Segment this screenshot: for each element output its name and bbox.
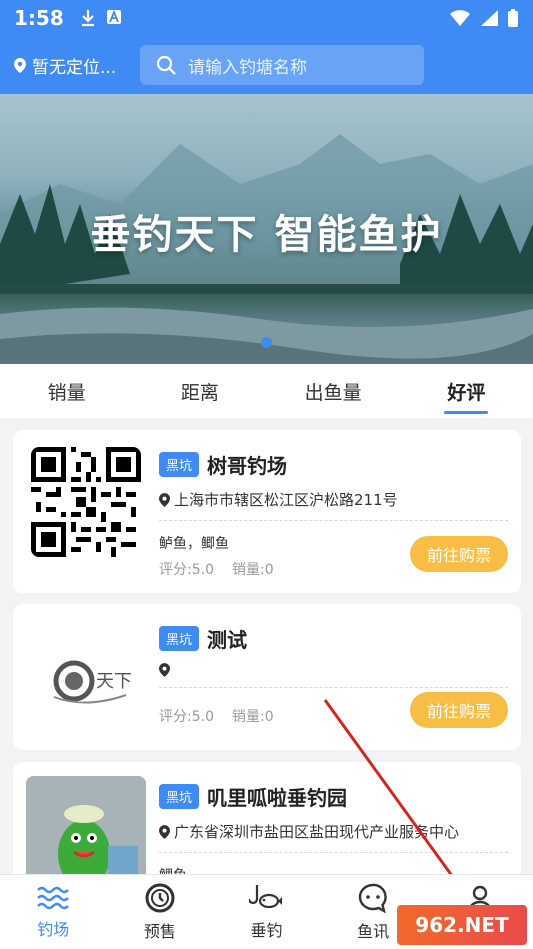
- annotation-arrow: [323, 699, 474, 907]
- nav-fishing-ground[interactable]: 钓场: [0, 875, 107, 949]
- fish-hook-icon: [249, 885, 283, 909]
- nav-label: 鱼讯: [357, 922, 390, 941]
- chat-icon: [358, 883, 387, 914]
- waves-icon: [37, 886, 70, 910]
- nav-label: 垂钓: [250, 921, 283, 940]
- nav-label: 预售: [143, 922, 176, 941]
- clock-icon: [145, 883, 175, 913]
- nav-angling[interactable]: 垂钓: [213, 875, 320, 949]
- nav-label: 钓场: [37, 920, 70, 939]
- nav-presale[interactable]: 预售: [107, 875, 214, 949]
- watermark-logo: 962.NET: [397, 905, 527, 945]
